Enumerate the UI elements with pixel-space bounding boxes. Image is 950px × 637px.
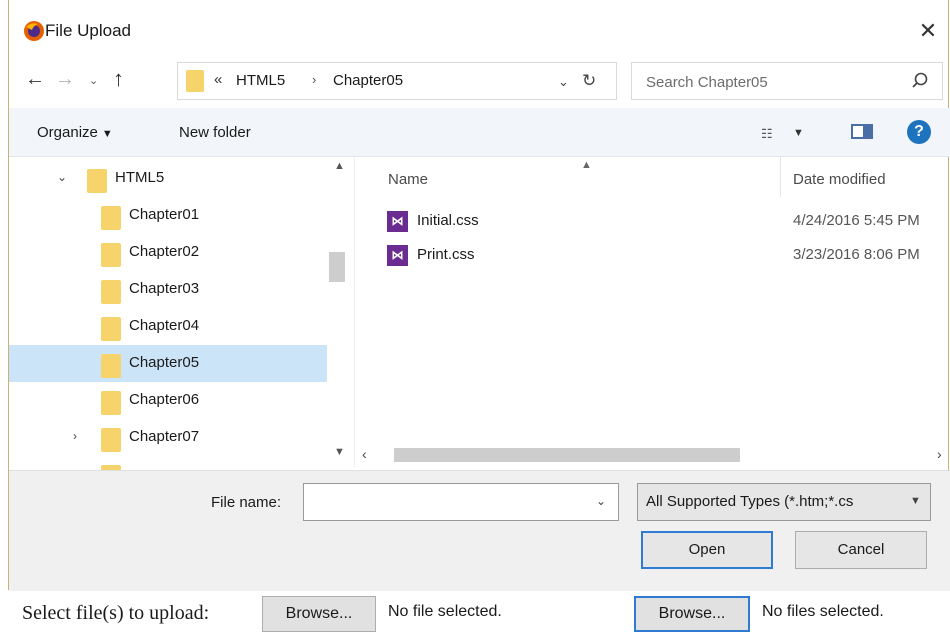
folder-icon xyxy=(87,169,107,193)
breadcrumb-separator-icon[interactable]: › xyxy=(312,72,316,87)
file-status-text: No file selected. xyxy=(388,603,502,620)
folder-icon xyxy=(101,280,121,304)
file-name: Initial.css xyxy=(417,212,479,229)
open-button[interactable]: Open xyxy=(641,531,773,569)
css-file-icon: ⋈ xyxy=(387,245,408,266)
files-status-text: No files selected. xyxy=(762,603,884,620)
chevron-down-icon[interactable]: ⌄ xyxy=(57,170,67,184)
file-name-combobox[interactable]: ⌄ xyxy=(303,483,619,522)
nav-item-label: Chapter04 xyxy=(129,317,200,334)
address-bar[interactable]: « HTML5 › Chapter05 ⌄ ↻ xyxy=(177,62,617,100)
search-icon[interactable] xyxy=(910,71,930,91)
nav-item-chapter01[interactable]: Chapter01 xyxy=(9,197,327,234)
file-type-select[interactable]: All Supported Types (*.htm;*.cs ▼ xyxy=(637,483,931,521)
file-row-print-css[interactable]: ⋈ Print.css 3/23/2016 8:06 PM xyxy=(385,241,950,271)
chevron-right-icon[interactable]: › xyxy=(73,429,77,443)
nav-item-chapter06[interactable]: Chapter06 xyxy=(9,382,327,419)
organize-button[interactable]: Organize ▼ xyxy=(37,124,113,141)
address-overflow-icon[interactable]: « xyxy=(214,71,222,88)
nav-item-label: Chapter02 xyxy=(129,243,200,260)
horizontal-scrollbar-thumb[interactable] xyxy=(394,448,740,462)
nav-item-chapter04[interactable]: Chapter04 xyxy=(9,308,327,345)
forward-arrow-icon[interactable]: → xyxy=(55,68,75,91)
search-box[interactable] xyxy=(631,62,943,101)
column-divider[interactable] xyxy=(780,157,781,197)
file-name: Print.css xyxy=(417,246,475,263)
help-icon[interactable]: ? xyxy=(907,120,931,144)
nav-item-chapter03[interactable]: Chapter03 xyxy=(9,271,327,308)
nav-item-label: Chapter06 xyxy=(129,391,200,408)
breadcrumb-html5[interactable]: HTML5 xyxy=(236,72,285,89)
column-header-name[interactable]: Name xyxy=(388,171,428,188)
sort-ascending-icon: ▲ xyxy=(581,159,592,171)
search-input[interactable] xyxy=(632,63,918,101)
upload-prompt-label: Select file(s) to upload: xyxy=(22,602,210,624)
nav-item-chapter05[interactable]: Chapter05 xyxy=(9,345,327,382)
nav-scrollbar-thumb[interactable] xyxy=(329,252,345,282)
firefox-icon xyxy=(24,21,44,41)
nav-item-label: Chapter03 xyxy=(129,280,200,297)
scroll-down-icon[interactable]: ▼ xyxy=(334,446,345,458)
nav-item-chapter07[interactable]: › Chapter07 xyxy=(9,419,327,456)
preview-pane-icon[interactable] xyxy=(851,124,873,139)
file-list-pane: ▲ Name Date modified ⋈ Initial.css 4/24/… xyxy=(354,157,950,467)
css-file-icon: ⋈ xyxy=(387,211,408,232)
scroll-left-icon[interactable]: ‹ xyxy=(362,446,367,462)
close-icon[interactable]: ✕ xyxy=(916,18,940,44)
folder-icon xyxy=(101,428,121,452)
folder-icon xyxy=(101,243,121,267)
folder-icon xyxy=(101,317,121,341)
folder-icon xyxy=(186,70,204,92)
recent-locations-chevron-icon[interactable]: ⌄ xyxy=(89,74,98,87)
scroll-up-icon[interactable]: ▲ xyxy=(334,160,345,172)
column-header-date-modified[interactable]: Date modified xyxy=(793,171,886,188)
refresh-icon[interactable]: ↻ xyxy=(582,71,596,91)
browse-button[interactable]: Browse... xyxy=(262,596,376,632)
file-date: 4/24/2016 5:45 PM xyxy=(793,212,920,229)
folder-icon xyxy=(101,206,121,230)
cancel-button[interactable]: Cancel xyxy=(795,531,927,569)
up-arrow-icon[interactable]: ↑ xyxy=(113,66,124,92)
nav-item-label: Chapter05 xyxy=(129,354,200,371)
file-name-label: File name: xyxy=(211,494,282,511)
nav-item-label: Chapter01 xyxy=(129,206,200,223)
title-bar: File Upload ✕ xyxy=(9,0,950,62)
dialog-footer: File name: ⌄ All Supported Types (*.htm;… xyxy=(9,470,950,591)
nav-item-label: HTML5 xyxy=(115,169,165,186)
chevron-down-icon[interactable]: ⌄ xyxy=(558,74,569,90)
navigation-pane: ⌄ HTML5 Chapter01 Chapter02 Chapter03 Ch… xyxy=(9,157,354,470)
new-folder-button[interactable]: New folder xyxy=(179,124,251,141)
command-toolbar: Organize ▼ New folder ☷ ▼ ? xyxy=(9,108,950,157)
dialog-title: File Upload xyxy=(45,21,131,40)
chevron-down-icon[interactable]: ⌄ xyxy=(596,494,606,508)
caret-down-icon[interactable]: ▼ xyxy=(793,127,804,139)
file-row-initial-css[interactable]: ⋈ Initial.css 4/24/2016 5:45 PM xyxy=(385,207,950,237)
folder-icon xyxy=(101,391,121,415)
nav-item-partial[interactable] xyxy=(9,456,327,470)
view-options-icon[interactable]: ☷ xyxy=(761,126,773,142)
horizontal-scrollbar[interactable]: ‹ › xyxy=(354,446,950,466)
nav-item-chapter02[interactable]: Chapter02 xyxy=(9,234,327,271)
file-upload-dialog: File Upload ✕ ← → ⌄ ↑ « HTML5 › Chapter0… xyxy=(8,0,950,591)
folder-icon xyxy=(101,354,121,378)
nav-item-html5[interactable]: ⌄ HTML5 xyxy=(9,160,327,197)
breadcrumb-chapter05[interactable]: Chapter05 xyxy=(333,72,403,89)
file-type-value: All Supported Types (*.htm;*.cs xyxy=(646,493,854,510)
caret-down-icon: ▼ xyxy=(101,128,113,140)
scroll-right-icon[interactable]: › xyxy=(937,446,942,462)
chevron-down-icon[interactable]: ▼ xyxy=(910,495,921,507)
nav-item-label: Chapter07 xyxy=(129,428,200,445)
file-name-input[interactable] xyxy=(304,484,592,522)
organize-label: Organize xyxy=(37,124,98,141)
file-date: 3/23/2016 8:06 PM xyxy=(793,246,920,263)
back-arrow-icon[interactable]: ← xyxy=(25,68,45,91)
browse-multiple-button[interactable]: Browse... xyxy=(634,596,750,632)
